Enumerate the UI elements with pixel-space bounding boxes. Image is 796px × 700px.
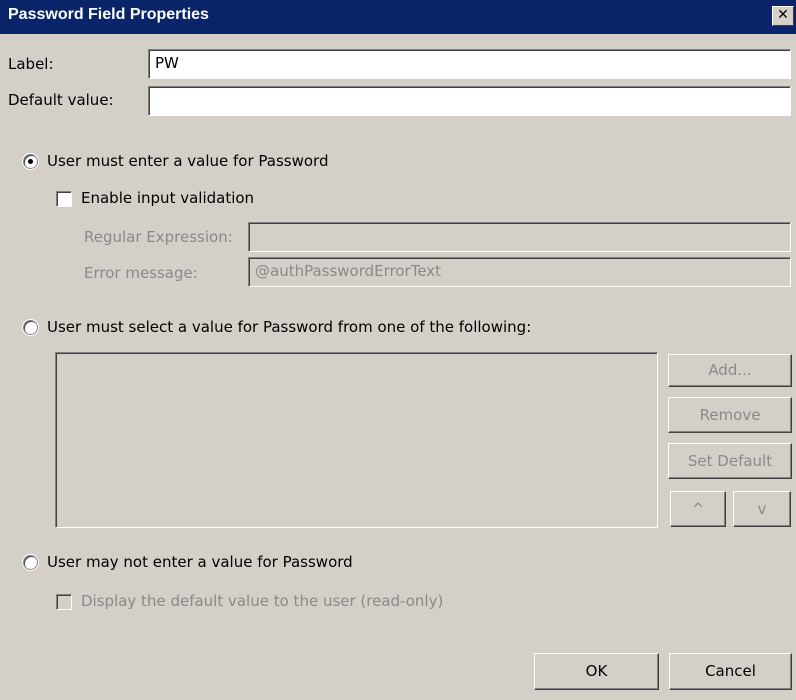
label-input[interactable]: PW	[148, 49, 791, 79]
regex-input[interactable]	[248, 222, 791, 252]
ok-button[interactable]: OK	[534, 653, 659, 690]
radio-selected-dot	[28, 159, 33, 164]
move-up-button[interactable]: ^	[670, 491, 726, 527]
radio-user-must-select[interactable]	[23, 320, 38, 335]
chevron-up-icon: ^	[691, 500, 705, 518]
radio-user-must-enter-label: User must enter a value for Password	[47, 152, 329, 170]
radio-user-may-not-enter[interactable]	[23, 555, 38, 570]
error-message-input[interactable]: @authPasswordErrorText	[248, 257, 791, 287]
close-icon: ✕	[777, 7, 789, 23]
chevron-down-icon: v	[757, 500, 767, 518]
enable-validation-checkbox[interactable]	[56, 191, 72, 207]
title-bar: Password Field Properties ✕	[0, 0, 796, 34]
display-default-readonly-label: Display the default value to the user (r…	[81, 592, 444, 610]
window-title: Password Field Properties	[8, 6, 209, 23]
values-listbox[interactable]	[55, 352, 658, 528]
radio-user-must-enter[interactable]	[23, 154, 38, 169]
set-default-button[interactable]: Set Default	[668, 443, 792, 479]
close-button[interactable]: ✕	[772, 6, 794, 26]
default-value-input[interactable]	[148, 86, 791, 116]
regex-caption: Regular Expression:	[84, 228, 233, 246]
display-default-readonly-checkbox[interactable]	[56, 594, 72, 610]
cancel-button[interactable]: Cancel	[669, 653, 792, 690]
radio-user-may-not-enter-label: User may not enter a value for Password	[47, 553, 353, 571]
enable-validation-label: Enable input validation	[81, 189, 255, 207]
remove-button[interactable]: Remove	[668, 397, 792, 433]
radio-user-must-select-label: User must select a value for Password fr…	[47, 318, 532, 336]
label-caption: Label:	[8, 55, 54, 73]
error-message-caption: Error message:	[84, 264, 198, 282]
move-down-button[interactable]: v	[733, 491, 791, 527]
default-value-caption: Default value:	[8, 91, 114, 109]
add-button[interactable]: Add...	[668, 354, 792, 387]
